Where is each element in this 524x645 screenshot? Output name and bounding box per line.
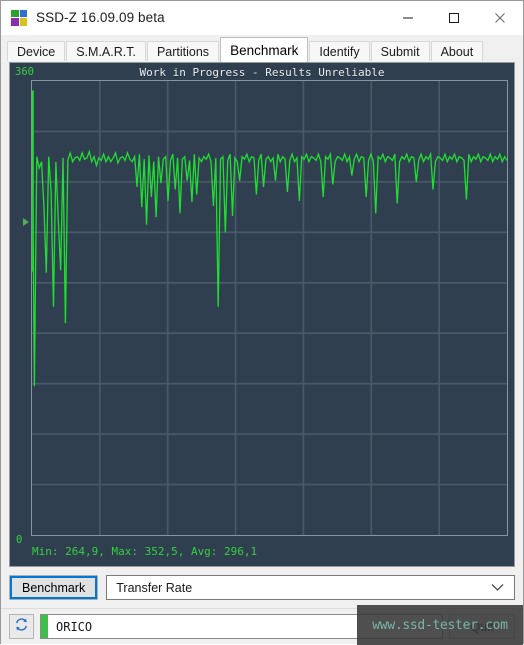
app-logo-icon — [11, 9, 27, 26]
maximize-button[interactable] — [431, 1, 477, 34]
tab-identify[interactable]: Identify — [309, 41, 370, 62]
refresh-button[interactable] — [9, 614, 34, 639]
mode-select[interactable]: Transfer Rate — [106, 575, 515, 600]
tab-smart[interactable]: S.M.A.R.T. — [66, 41, 146, 62]
benchmark-button[interactable]: Benchmark — [9, 575, 99, 600]
device-name: ORICO — [56, 619, 93, 634]
benchmark-controls: Benchmark Transfer Rate — [9, 575, 515, 600]
refresh-icon — [14, 617, 29, 637]
chart-stats-line: Min: 264,9, Max: 352,5, Avg: 296,1 — [32, 545, 258, 558]
window-controls — [385, 1, 523, 34]
chevron-down-icon — [491, 581, 504, 595]
y-axis-min-label: 0 — [16, 534, 23, 546]
tab-benchmark[interactable]: Benchmark — [220, 37, 309, 62]
tab-about[interactable]: About — [430, 41, 484, 62]
window-title: SSD-Z 16.09.09 beta — [36, 10, 165, 25]
ssd-z-window: SSD-Z 16.09.09 beta Device S.M.A.R.T. Pa… — [0, 0, 524, 645]
status-bar: ORICO Quit www.ssd-tester.com — [1, 605, 523, 645]
mode-select-value: Transfer Rate — [116, 580, 193, 595]
title-bar: SSD-Z 16.09.09 beta — [1, 1, 523, 35]
chart-title: Work in Progress - Results Unreliable — [139, 66, 385, 79]
quit-button[interactable]: Quit — [449, 614, 515, 639]
minimize-button[interactable] — [385, 1, 431, 34]
chart-svg — [32, 81, 507, 535]
tab-device[interactable]: Device — [7, 41, 66, 62]
chart-plot-area — [31, 80, 508, 536]
tab-submit[interactable]: Submit — [370, 41, 430, 62]
y-axis-max-label: 360 — [15, 66, 34, 78]
tab-strip: Device S.M.A.R.T. Partitions Benchmark I… — [1, 35, 523, 62]
tab-partitions[interactable]: Partitions — [146, 41, 220, 62]
current-position-marker — [23, 218, 29, 226]
close-button[interactable] — [477, 1, 523, 34]
benchmark-chart: Work in Progress - Results Unreliable 36… — [9, 62, 515, 567]
device-status-indicator — [41, 615, 48, 638]
device-field[interactable]: ORICO — [40, 614, 443, 639]
